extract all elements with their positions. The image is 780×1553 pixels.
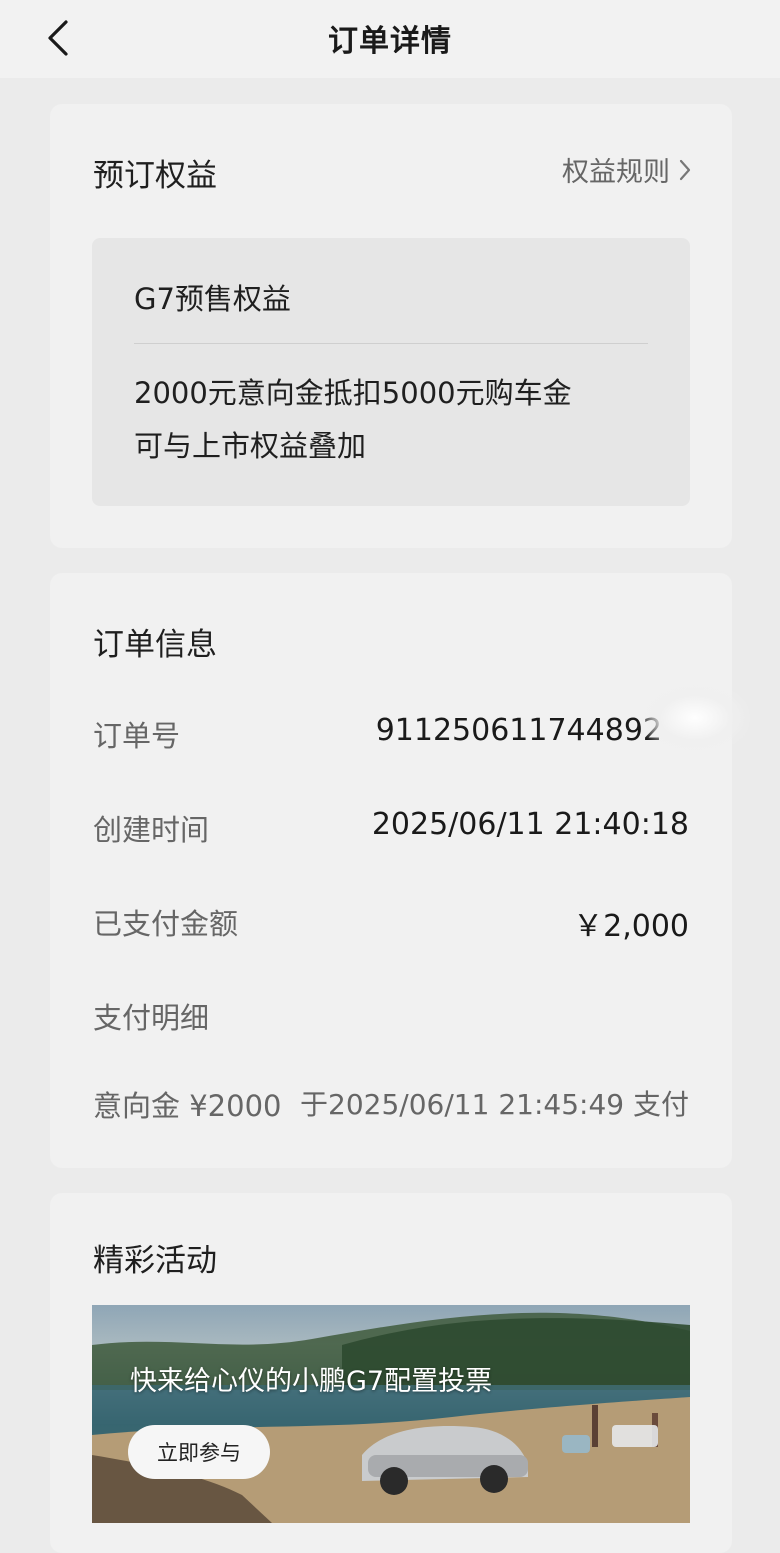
- activities-title: 精彩活动: [93, 1243, 217, 1279]
- beach-scene-image: [92, 1312, 690, 1523]
- payment-details-label: 支付明细: [93, 1001, 210, 1035]
- deposit-paid-time: 于2025/06/11 21:45:49 支付: [300, 1088, 689, 1121]
- benefit-description-line-1: 2000元意向金抵扣5000元购车金: [134, 376, 572, 410]
- benefits-title: 预订权益: [93, 158, 217, 194]
- join-now-button[interactable]: 立即参与: [128, 1425, 270, 1479]
- benefit-rules-label: 权益规则: [562, 157, 670, 188]
- benefit-detail-box: G7预售权益 2000元意向金抵扣5000元购车金 可与上市权益叠加: [92, 238, 690, 506]
- benefit-description-line-2: 可与上市权益叠加: [134, 429, 367, 463]
- order-info-title: 订单信息: [93, 627, 217, 663]
- order-number-label: 订单号: [93, 719, 181, 753]
- created-time-value: 2025/06/11 21:40:18: [371, 807, 689, 842]
- booking-benefits-card: 预订权益 权益规则 G7预售权益 2000元意向金抵扣5000元购车金 可与上市…: [50, 104, 732, 548]
- order-info-card: 订单信息 订单号 911250611744892 创建时间 2025/06/11…: [50, 573, 750, 1168]
- top-navigation-bar: 订单详情: [0, 0, 780, 78]
- order-number-value: 911250611744892: [375, 713, 662, 748]
- created-time-label: 创建时间: [93, 813, 210, 847]
- benefit-rules-link[interactable]: 权益规则: [562, 150, 692, 189]
- benefit-name: G7预售权益: [134, 282, 291, 316]
- chevron-right-icon: [679, 159, 691, 180]
- activity-banner[interactable]: 快来给心仪的小鹏G7配置投票 立即参与: [92, 1305, 690, 1523]
- paid-amount-value: ￥2,000: [573, 909, 689, 944]
- activities-card: 精彩活动 快来给心仪的小鹏G7配置投票 立即参与: [50, 1193, 732, 1553]
- divider: [134, 343, 648, 344]
- page-title: 订单详情: [328, 24, 452, 59]
- paid-amount-label: 已支付金额: [93, 907, 239, 941]
- deposit-amount: 意向金 ¥2000: [93, 1089, 282, 1123]
- redaction-blur: [640, 683, 750, 753]
- banner-headline: 快来给心仪的小鹏G7配置投票: [130, 1366, 493, 1397]
